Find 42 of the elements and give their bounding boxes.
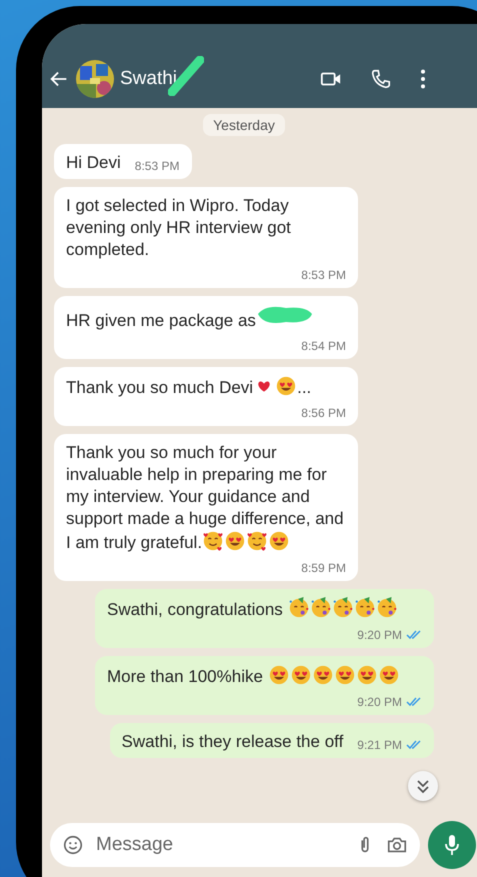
microphone-button[interactable] <box>428 821 476 869</box>
chevrons-down-icon <box>416 778 430 794</box>
heart-eyes-face-icon <box>290 664 312 686</box>
message-time: 8:56 PM <box>301 405 346 421</box>
party-face-icon <box>376 597 398 619</box>
heart-eyes-face-icon <box>224 530 246 552</box>
message-time: 9:21 PM <box>357 737 402 753</box>
heart-eyes-face-icon <box>356 664 378 686</box>
message-text: Thank you so much for your invaluable help in preparing me for my interview. Your guidance and support made a huge difference, and I am truly grateful. <box>66 442 345 554</box>
message-text: HR given me package as <box>66 304 314 332</box>
party-face-icon <box>288 597 310 619</box>
heart-eyes-face-icon <box>334 664 356 686</box>
heart-eyes-face-icon <box>312 664 334 686</box>
message-text: More than 100%hike <box>107 664 400 688</box>
heart-eyes-face-icon <box>268 530 290 552</box>
heart-eyes-face-icon <box>275 375 298 397</box>
more-options-icon[interactable] <box>420 68 426 90</box>
date-chip: Yesterday <box>203 114 285 136</box>
message-time: 8:53 PM <box>134 158 180 174</box>
party-face-icon <box>332 597 354 619</box>
scroll-down-button[interactable] <box>408 771 438 801</box>
heart-eyes-face-icon <box>268 664 290 686</box>
message-time: 9:20 PM <box>357 694 402 710</box>
message-time: 9:20 PM <box>357 627 402 643</box>
party-face-icon <box>310 597 332 619</box>
message-text: Thank you so much Devi ... <box>66 375 312 399</box>
phone-icon[interactable] <box>370 68 392 90</box>
emoji-icon[interactable] <box>62 834 84 856</box>
heart-eyes-face-icon <box>378 664 400 686</box>
message-text: Hi Devi <box>66 152 121 174</box>
smiling-face-with-hearts-icon <box>202 530 224 552</box>
smiling-face-with-hearts-icon <box>246 530 268 552</box>
message-text: Swathi, congratulations <box>107 597 398 621</box>
party-face-icon <box>354 597 376 619</box>
message-time: 8:54 PM <box>301 338 346 354</box>
message-text: I got selected in Wipro. Today evening only HR interview got completed. <box>66 195 292 261</box>
message-field[interactable]: Message <box>94 833 248 857</box>
message-time: 8:53 PM <box>301 267 346 283</box>
microphone-icon <box>443 833 461 857</box>
message-time: 8:59 PM <box>301 560 346 576</box>
contact-name[interactable]: Swathi <box>120 68 178 90</box>
message-text: Swathi, is they release the off <box>122 731 344 753</box>
